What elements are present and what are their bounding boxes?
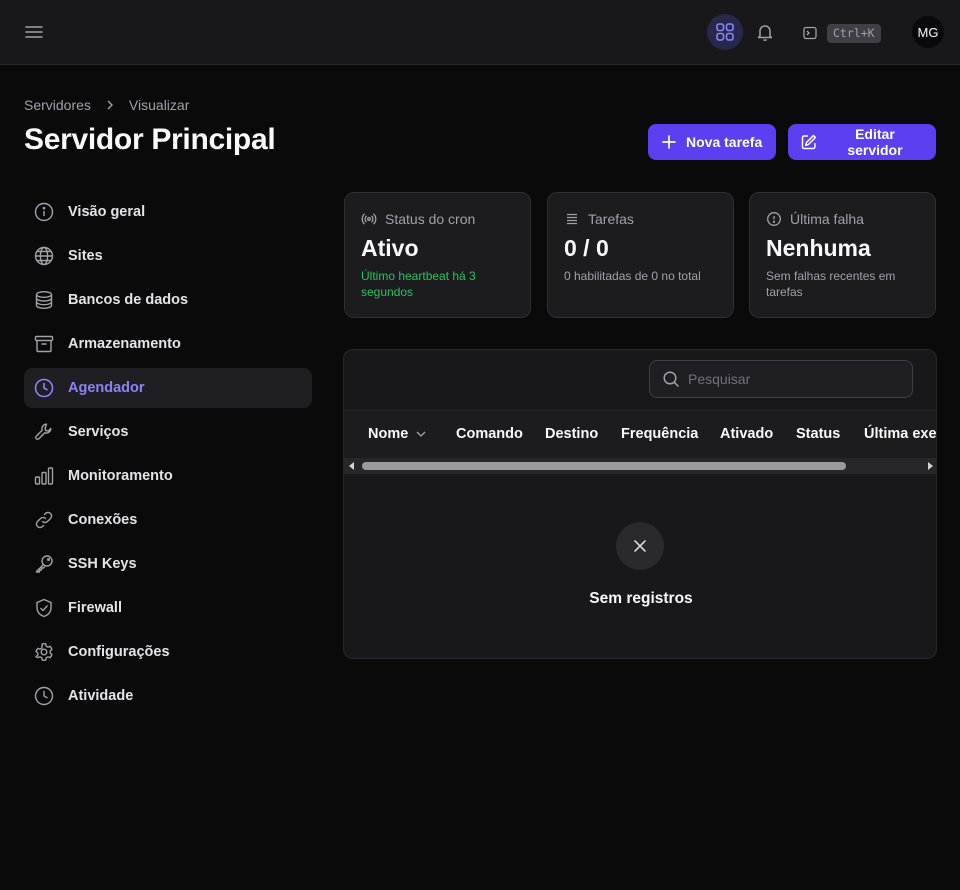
grid-icon [716,23,734,41]
new-task-button[interactable]: Nova tarefa [648,124,776,160]
sidebar-item-label: Monitoramento [68,468,173,484]
column-header-frequencia[interactable]: Frequência [621,426,698,442]
sidebar-item-sites[interactable]: Sites [24,236,312,276]
breadcrumb-current: Visualizar [128,97,190,113]
user-avatar[interactable]: MG [912,16,944,48]
alert-circle-icon [767,212,781,226]
sidebar-item-label: Atividade [68,688,134,704]
command-palette-button[interactable]: Ctrl+K [803,22,881,44]
key-icon [35,555,53,573]
page-title: Servidor Principal [24,123,276,156]
clock-icon [34,686,54,706]
edit-server-label: Editar servidor [847,126,903,158]
list-icon [567,213,577,225]
sidebar-nav: Visão geral Sites Bancos de dados Armaze… [24,192,312,720]
search-box [649,360,913,398]
signal-icon [361,213,377,225]
column-label: Nome [368,426,409,442]
sidebar-item-monitoramento[interactable]: Monitoramento [24,456,312,496]
table-header: Nome Comando Destino Frequência Ativado … [344,410,936,458]
sidebar-item-servicos[interactable]: Serviços [24,412,312,452]
new-task-label: Nova tarefa [686,134,763,150]
apps-grid-button[interactable] [707,14,743,50]
column-header-destino[interactable]: Destino [545,426,598,442]
sidebar-item-armazenamento[interactable]: Armazenamento [24,324,312,364]
scroll-right-arrow-icon[interactable] [926,462,934,470]
stat-card-tasks: Tarefas 0 / 0 0 habilitadas de 0 no tota… [547,192,734,318]
stat-label: Última falha [790,211,864,227]
link-icon [35,511,53,529]
sidebar-item-label: Agendador [68,380,145,396]
terminal-icon [803,26,817,40]
stat-label: Status do cron [385,211,476,227]
sidebar-item-label: Armazenamento [68,336,181,352]
sidebar-item-agendador[interactable]: Agendador [24,368,312,408]
scrollbar-thumb[interactable] [362,462,846,470]
stat-value: 0 / 0 [564,235,609,261]
notifications-bell-icon[interactable] [753,20,777,44]
sidebar-item-firewall[interactable]: Firewall [24,588,312,628]
sidebar-item-configuracoes[interactable]: Configurações [24,632,312,672]
stat-value: Nenhuma [766,235,871,261]
sidebar-item-atividade[interactable]: Atividade [24,676,312,716]
wrench-icon [35,423,52,440]
sidebar-item-label: Serviços [68,424,129,440]
column-header-ultima-execucao[interactable]: Última execução [864,426,936,442]
column-header-comando[interactable]: Comando [456,426,523,442]
archive-icon [34,335,54,353]
bar-chart-icon [34,467,54,485]
sidebar-item-label: Conexões [68,512,138,528]
sidebar-item-visao-geral[interactable]: Visão geral [24,192,312,232]
sidebar-item-label: Bancos de dados [68,292,189,308]
sidebar-item-conexoes[interactable]: Conexões [24,500,312,540]
plus-icon [662,135,676,149]
search-icon [663,371,679,387]
stat-value: Ativo [361,235,419,261]
hamburger-menu-icon[interactable] [22,20,46,44]
empty-state-icon [616,522,664,570]
stat-card-last-failure: Última falha Nenhuma Sem falhas recentes… [749,192,936,318]
horizontal-scrollbar[interactable] [344,458,936,474]
column-header-nome[interactable]: Nome [368,426,428,442]
search-input[interactable] [688,371,888,387]
chevron-down-icon [416,431,426,437]
shield-check-icon [36,598,52,618]
sidebar-item-label: SSH Keys [68,556,137,572]
top-bar: Ctrl+K MG [0,0,960,65]
sidebar-item-label: Firewall [68,600,122,616]
gear-icon [35,643,53,661]
column-header-status[interactable]: Status [796,426,840,442]
stat-subtext: 0 habilitadas de 0 no total [564,269,701,283]
stat-subtext: Último heartbeat há 3 segundos [361,269,476,299]
info-icon [34,202,54,222]
clock-icon [34,378,54,398]
globe-icon [34,246,54,266]
column-header-ativado[interactable]: Ativado [720,426,773,442]
sidebar-item-ssh-keys[interactable]: SSH Keys [24,544,312,584]
edit-server-button[interactable]: Editar servidor [788,124,936,160]
chevron-right-icon [107,100,113,110]
database-icon [35,291,53,310]
stat-card-cron-status: Status do cron Ativo Último heartbeat há… [344,192,531,318]
tasks-table-card: Nome Comando Destino Frequência Ativado … [343,349,937,659]
stat-label: Tarefas [588,211,634,227]
scroll-left-arrow-icon[interactable] [348,462,356,470]
sidebar-item-label: Configurações [68,644,170,660]
empty-state-text: Sem registros [589,590,693,607]
sidebar-item-label: Sites [68,248,103,264]
close-icon [634,540,646,552]
sidebar-item-bancos-de-dados[interactable]: Bancos de dados [24,280,312,320]
shortcut-hint: Ctrl+K [827,23,881,43]
breadcrumb-servidores[interactable]: Servidores [24,97,91,113]
stat-subtext: Sem falhas recentes em tarefas [766,269,896,299]
edit-pencil-icon [801,134,817,150]
breadcrumb: Servidores Visualizar [24,97,189,113]
sidebar-item-label: Visão geral [68,204,146,220]
